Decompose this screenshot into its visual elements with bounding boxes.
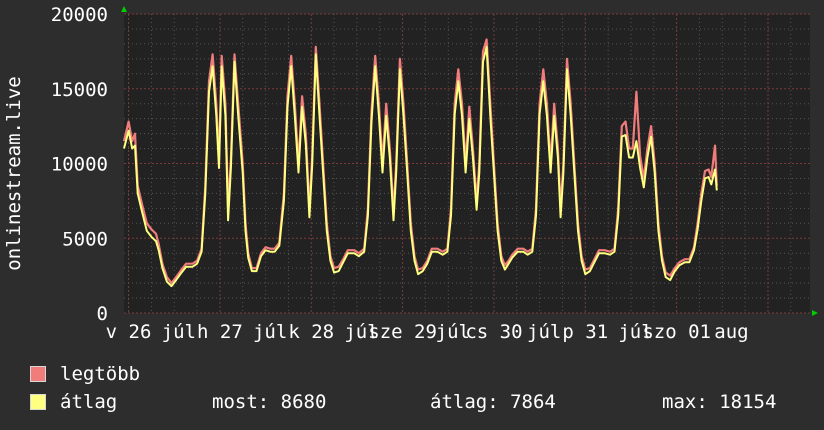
y-tick-label: 15000 [51, 79, 108, 101]
x-axis-arrow [812, 310, 818, 316]
y-tick-label: 20000 [51, 4, 108, 26]
stat-current: most: 8680 [212, 391, 327, 413]
legend-max: legtöbb [30, 362, 140, 386]
legend-swatch-max [30, 366, 46, 382]
y-tick-label: 5000 [62, 228, 108, 250]
legend-avg: átlag [30, 390, 117, 414]
y-tick-label: 10000 [51, 154, 108, 176]
x-axis-ticks: v 26 júl h 27 júl k 28 júlsze 29júlcs 30 júl p … [106, 321, 749, 343]
y-axis-label: onlinestream.live [3, 76, 25, 270]
y-axis-ticks: 05000100001500020000 [51, 4, 108, 325]
legend-label-avg: átlag [60, 391, 118, 413]
traffic-chart: 05000100001500020000 v 26 júl h 27 júl k 28 j… [3, 4, 818, 343]
y-axis-arrow [121, 6, 127, 12]
legend-swatch-avg [30, 394, 46, 410]
x-tick-label: sze 29 [368, 321, 437, 343]
stat-maximum: max: 18154 [662, 391, 777, 413]
x-tick-label: júl [162, 321, 196, 343]
x-tick-label: júl [253, 321, 287, 343]
legend-label-max: legtöbb [60, 363, 141, 385]
x-tick-label: h 27 [197, 321, 243, 343]
x-tick-label: aug [714, 321, 748, 343]
x-tick-label: szo 01 [642, 321, 711, 343]
stat-average: átlag: 7864 [430, 391, 556, 413]
x-tick-label: p 31 [562, 321, 608, 343]
graph-panel: 0 5000 10000 15000 20000 v 26 júl h 27 júl k 28 j… [0, 0, 824, 430]
x-tick-label: k 28 [288, 321, 334, 343]
x-tick-label: cs 30 [465, 321, 522, 343]
x-tick-label: júl [527, 321, 561, 343]
x-tick-label: v 26 [106, 321, 152, 343]
